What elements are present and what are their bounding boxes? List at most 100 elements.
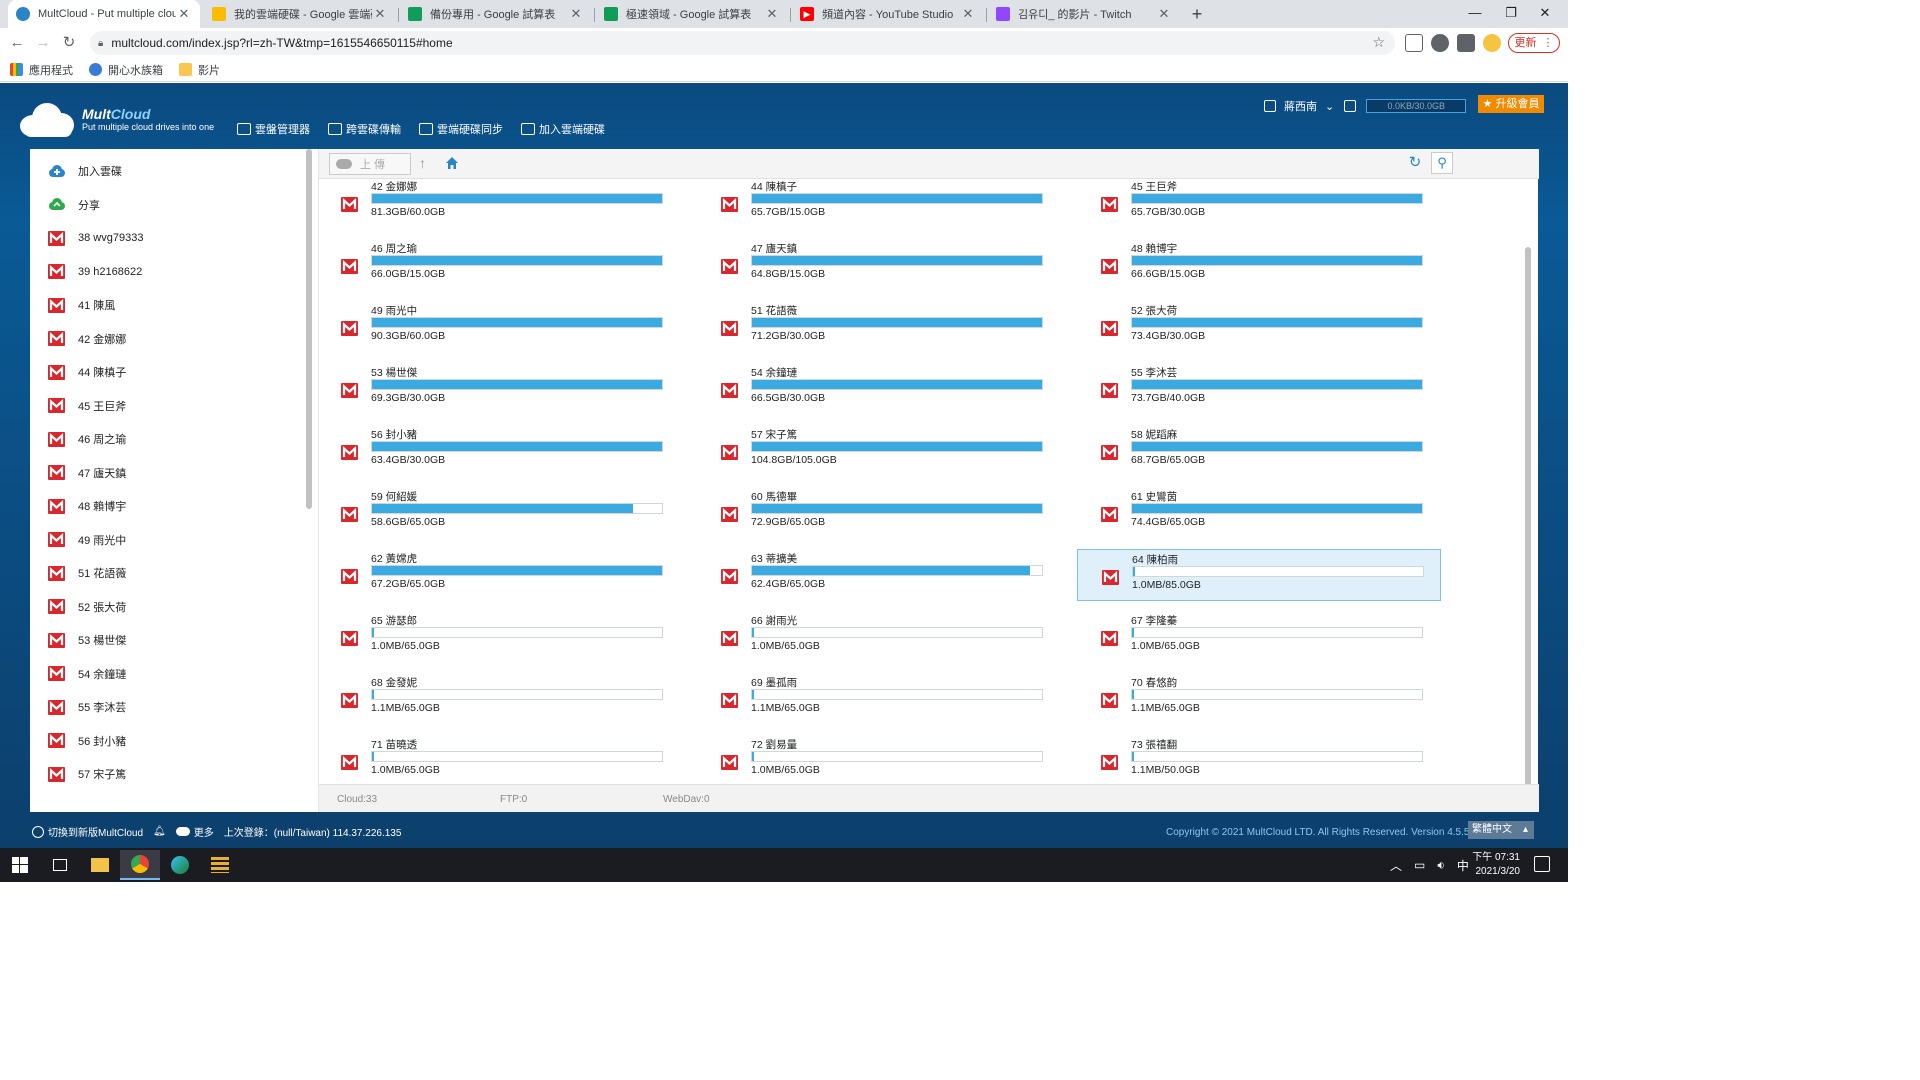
bookmark-apps[interactable]: 應用程式 — [10, 62, 73, 78]
close-tab-icon[interactable]: ✕ — [176, 6, 192, 22]
edge-button[interactable] — [160, 850, 200, 880]
sidebar-item[interactable]: 52 張大荷 — [48, 597, 126, 617]
gift-icon[interactable] — [1344, 100, 1357, 112]
app-button[interactable] — [200, 850, 240, 880]
sidebar-item[interactable]: 38 wvg79333 — [48, 228, 143, 248]
tab-multcloud[interactable]: MultCloud - Put multiple cloud ✕ — [8, 0, 200, 28]
sidebar-item[interactable]: 加入雲碟 — [48, 161, 122, 181]
sidebar-item[interactable]: 分享 — [48, 195, 100, 215]
up-level-icon[interactable]: ↑ — [419, 155, 433, 171]
drive-card[interactable]: 54 余鐘璉 66.5GB/30.0GB — [697, 363, 1061, 415]
close-tab-icon[interactable]: ✕ — [1156, 6, 1172, 22]
drive-card[interactable]: 44 陳槙子 65.7GB/15.0GB — [697, 179, 1061, 229]
tab-google-drive[interactable]: 我的雲端硬碟 - Google 雲端硬碟 ✕ — [204, 0, 396, 28]
drive-card[interactable]: 53 楊世傑 69.3GB/30.0GB — [319, 363, 681, 415]
tray-chevron-icon[interactable]: ︿ — [1390, 857, 1402, 874]
volume-icon[interactable]: 🔉︎ — [1437, 858, 1445, 873]
sidebar-scrollbar[interactable] — [306, 149, 312, 509]
more-menu-icon[interactable]: ⋮ — [1543, 37, 1554, 49]
drive-card[interactable]: 55 李沐芸 73.7GB/40.0GB — [1077, 363, 1441, 415]
puzzle-extensions-icon[interactable] — [1457, 34, 1475, 52]
drive-card[interactable]: 47 廬天鎮 64.8GB/15.0GB — [697, 239, 1061, 291]
bookmark-star-icon[interactable]: ☆ — [1372, 34, 1385, 51]
drive-card[interactable]: 57 宋子篤 104.8GB/105.0GB — [697, 425, 1061, 477]
tab-twitch[interactable]: 김유디_ 的影片 - Twitch ✕ — [988, 0, 1180, 28]
back-button[interactable]: ← — [6, 32, 28, 54]
drive-card[interactable]: 60 馬德畢 72.9GB/65.0GB — [697, 487, 1061, 539]
switch-version-link[interactable]: 切換到新版MultCloud — [48, 824, 143, 839]
close-tab-icon[interactable]: ✕ — [960, 6, 976, 22]
drive-card[interactable]: 45 王巨斧 65.7GB/30.0GB — [1077, 179, 1441, 229]
drive-card[interactable]: 63 蒂擴美 62.4GB/65.0GB — [697, 549, 1061, 601]
more-link[interactable]: 更多 — [194, 824, 214, 839]
bookmark-aquarium[interactable]: 開心水族箱 — [89, 62, 163, 78]
nav-cloud-transfer[interactable]: 跨雲碟傳輸 — [328, 121, 401, 137]
address-bar[interactable]: 🔒︎ multcloud.com/index.jsp?rl=zh-TW&tmp=… — [90, 31, 1395, 55]
drive-card[interactable]: 56 封小豬 63.4GB/30.0GB — [319, 425, 681, 477]
bookmark-videos-folder[interactable]: 影片 — [179, 62, 220, 78]
tab-sheets-backup[interactable]: 備份專用 - Google 試算表 ✕ — [400, 0, 592, 28]
drive-card[interactable]: 51 花語薇 71.2GB/30.0GB — [697, 301, 1061, 353]
drive-card[interactable]: 71 苗曉透 1.0MB/65.0GB — [319, 735, 681, 784]
forward-button[interactable]: → — [32, 32, 54, 54]
close-tab-icon[interactable]: ✕ — [568, 6, 584, 22]
drive-card[interactable]: 46 周之瑜 66.0GB/15.0GB — [319, 239, 681, 291]
cast-icon[interactable] — [1405, 34, 1423, 52]
task-view-button[interactable] — [40, 850, 80, 880]
multcloud-logo[interactable]: MultCloud Put multiple cloud drives into… — [16, 99, 214, 139]
drive-card[interactable]: 62 黃嫦虎 67.2GB/65.0GB — [319, 549, 681, 601]
sidebar-item[interactable]: 49 雨光中 — [48, 530, 126, 550]
drive-card[interactable]: 68 金發妮 1.1MB/65.0GB — [319, 673, 681, 725]
user-name[interactable]: 蔣西南 — [1284, 98, 1317, 114]
nav-cloud-sync[interactable]: 雲端硬碟同步 — [419, 121, 503, 137]
file-explorer-button[interactable] — [80, 850, 120, 880]
drive-card[interactable]: 65 游瑟郎 1.0MB/65.0GB — [319, 611, 681, 663]
sidebar-item[interactable]: 41 陳風 — [48, 295, 115, 315]
extension-icon[interactable] — [1431, 34, 1449, 52]
drive-card[interactable]: 70 春悠韵 1.1MB/65.0GB — [1077, 673, 1441, 725]
sidebar-item[interactable]: 51 花語薇 — [48, 563, 126, 583]
sidebar-item[interactable]: 47 廬天鎮 — [48, 463, 126, 483]
reload-button[interactable]: ↻ — [58, 32, 80, 54]
update-button[interactable]: 更新 ⋮ — [1508, 33, 1560, 53]
drive-card[interactable]: 48 賴博宇 66.6GB/15.0GB — [1077, 239, 1441, 291]
search-button[interactable]: ⚲ — [1431, 152, 1453, 174]
drive-card[interactable]: 52 張大荷 73.4GB/30.0GB — [1077, 301, 1441, 353]
chrome-button[interactable] — [120, 850, 160, 880]
new-tab-button[interactable]: + — [1187, 4, 1207, 24]
drive-card[interactable]: 42 金娜娜 81.3GB/60.0GB — [319, 179, 681, 229]
drive-card[interactable]: 58 妮蹈麻 68.7GB/65.0GB — [1077, 425, 1441, 477]
network-icon[interactable]: ▭ — [1414, 858, 1425, 872]
clock[interactable]: 下午 07:31 2021/3/20 — [1466, 851, 1520, 879]
drive-card[interactable]: 69 墨孤雨 1.1MB/65.0GB — [697, 673, 1061, 725]
upload-button[interactable]: 上 傳 — [329, 153, 411, 175]
close-tab-icon[interactable]: ✕ — [764, 6, 780, 22]
refresh-icon[interactable]: ↻ — [1407, 155, 1423, 171]
tab-youtube-studio[interactable]: ▶ 頻道內容 - YouTube Studio ✕ — [792, 0, 984, 28]
close-window-button[interactable]: ✕ — [1522, 0, 1568, 28]
drive-card[interactable]: 59 何紹媛 58.6GB/65.0GB — [319, 487, 681, 539]
drive-card[interactable]: 73 張禧翻 1.1MB/50.0GB — [1077, 735, 1441, 784]
close-tab-icon[interactable]: ✕ — [372, 6, 388, 22]
drive-card[interactable]: 61 史鸞茵 74.4GB/65.0GB — [1077, 487, 1441, 539]
upgrade-button[interactable]: ★ 升級會員 — [1478, 95, 1544, 113]
sidebar-item[interactable]: 54 余鐘璉 — [48, 664, 126, 684]
bell-icon[interactable]: 🔔︎ — [153, 826, 166, 837]
notifications-icon[interactable] — [1534, 856, 1550, 872]
sidebar-item[interactable]: 42 金娜娜 — [48, 329, 126, 349]
profile-avatar[interactable] — [1483, 34, 1501, 52]
drive-card[interactable]: 66 謝雨光 1.0MB/65.0GB — [697, 611, 1061, 663]
nav-add-cloud[interactable]: 加入雲端硬碟 — [521, 121, 605, 137]
sidebar-item[interactable]: 39 h2168622 — [48, 262, 142, 282]
home-icon[interactable] — [445, 156, 459, 170]
sidebar-item[interactable]: 56 封小豬 — [48, 731, 126, 751]
drive-card[interactable]: 49 雨光中 90.3GB/60.0GB — [319, 301, 681, 353]
chevron-down-icon[interactable]: ⌄ — [1325, 100, 1334, 113]
tab-sheets-speed[interactable]: 極速領域 - Google 試算表 ✕ — [596, 0, 788, 28]
sidebar-item[interactable]: 44 陳槙子 — [48, 362, 126, 382]
sidebar-item[interactable]: 55 李沐芸 — [48, 697, 126, 717]
drive-card[interactable]: 64 陳柏雨 1.0MB/85.0GB — [1077, 549, 1441, 601]
nav-cloud-manager[interactable]: 雲盤管理器 — [237, 121, 310, 137]
sidebar-item[interactable]: 53 楊世傑 — [48, 630, 126, 650]
start-button[interactable] — [0, 850, 40, 880]
